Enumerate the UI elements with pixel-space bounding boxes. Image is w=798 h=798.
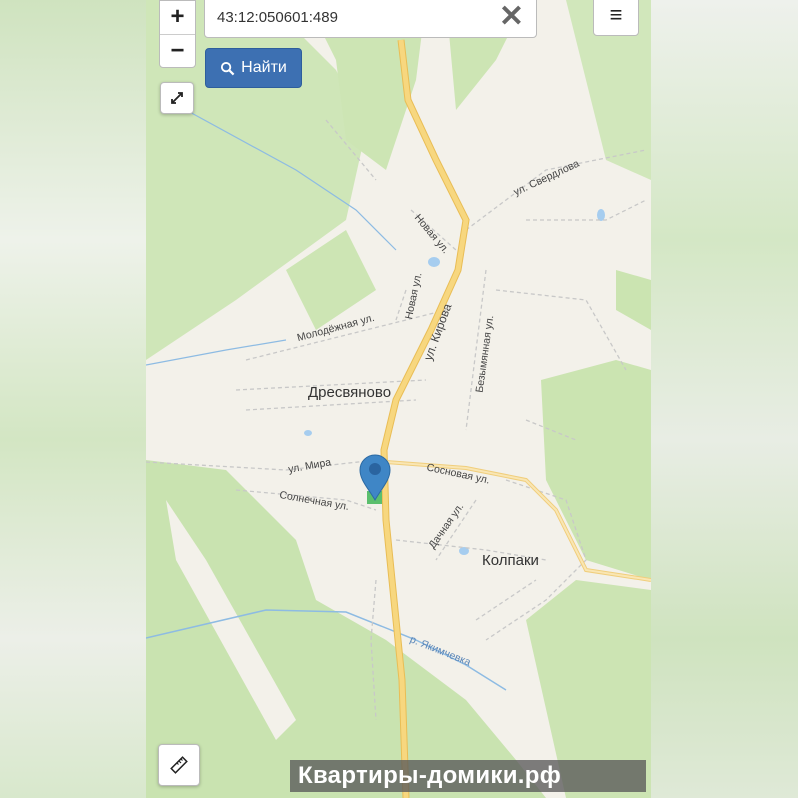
cadastral-search-input[interactable]: 43:12:050601:489 ✕: [204, 0, 537, 38]
ruler-icon: [170, 756, 188, 774]
zoom-in-button[interactable]: +: [160, 1, 195, 34]
close-icon[interactable]: ✕: [499, 2, 524, 32]
find-button-label: Найти: [241, 59, 287, 76]
right-blurred-margin: [651, 0, 798, 798]
fullscreen-button[interactable]: [160, 82, 194, 114]
search-value: 43:12:050601:489: [217, 8, 338, 26]
expand-icon: [171, 92, 183, 104]
village-label-kolpaki: Колпаки: [482, 552, 539, 569]
find-button[interactable]: Найти: [205, 48, 302, 88]
map-view[interactable]: Дресвяново Колпаки ул. Кирова ул. Свердл…: [146, 0, 651, 798]
layers-menu-button[interactable]: ≡: [593, 0, 639, 36]
search-icon: [221, 61, 235, 75]
menu-icon: ≡: [609, 2, 623, 27]
watermark: Квартиры-домики.рф: [290, 760, 646, 792]
zoom-control: + −: [159, 0, 196, 68]
left-blurred-margin: [0, 0, 146, 798]
ruler-measure-button[interactable]: [158, 744, 200, 786]
map-tiles: [146, 0, 651, 798]
village-label-dresvyanovo: Дресвяново: [308, 384, 392, 401]
zoom-out-button[interactable]: −: [160, 33, 195, 68]
